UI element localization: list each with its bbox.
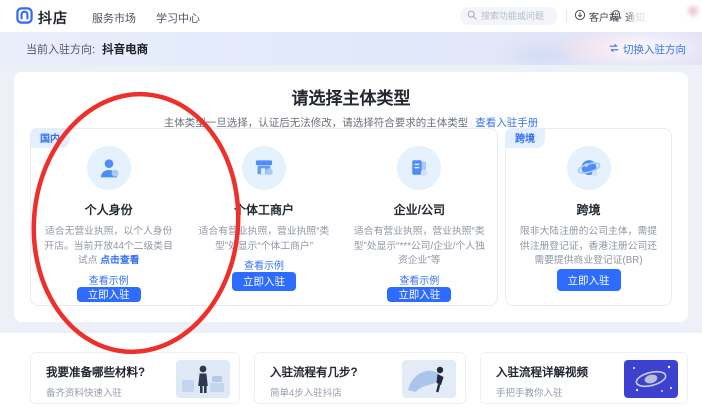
bell-icon: [610, 9, 622, 24]
group-crossborder: 跨境 跨境 限非大陆注册的公司主体，需提供注册登记证，香港注册公司还需要提供商业…: [505, 128, 672, 306]
nav-learning-center[interactable]: 学习中心: [156, 10, 200, 26]
search-input[interactable]: [481, 11, 553, 21]
current-direction: 当前入驻方向: 抖音电商: [26, 41, 148, 57]
help-subtitle: 简单4步入驻抖店: [270, 385, 358, 399]
materials-illustration: [176, 360, 230, 398]
video-illustration: [624, 360, 678, 398]
entity-card-title: 跨境: [576, 201, 600, 218]
click-to-view-link[interactable]: 点击查看: [100, 255, 139, 266]
switch-label: 切换入驻方向: [623, 42, 686, 57]
brand-name: 抖店: [38, 8, 68, 28]
entity-card-company: 企业/公司 适合有营业执照，营业执照“类型”处显示“***公司/企业/个人独资企…: [342, 129, 497, 305]
douyin-shop-logo-icon: [16, 7, 33, 29]
page-title: 请选择主体类型: [14, 72, 688, 109]
group-domestic: 国内 个人身份 适合无营业执照，以个人身份开店。当前开放44个二级类目试点 点击…: [30, 128, 498, 306]
entity-card-title: 企业/公司: [394, 201, 445, 218]
join-now-button-company[interactable]: 立即入驻: [387, 287, 451, 302]
douyin-shop-onboarding-page: 抖店 服务市场 学习中心 客户端 通知: [0, 0, 702, 420]
join-now-button-crossborder[interactable]: 立即入驻: [557, 269, 621, 291]
globe-icon: [567, 146, 611, 190]
switch-arrows-icon: [609, 43, 619, 56]
top-navbar: 抖店 服务市场 学习中心 客户端 通知: [0, 0, 702, 32]
primary-nav: 服务市场 学习中心: [92, 10, 200, 26]
join-now-button-personal[interactable]: 立即入驻: [77, 287, 141, 302]
view-example-link[interactable]: 查看示例: [399, 272, 439, 287]
entity-card-title: 个体工商户: [234, 201, 294, 218]
help-card-steps[interactable]: 入驻流程有几步? 简单4步入驻抖店: [254, 352, 466, 404]
view-example-link[interactable]: 查看示例: [244, 257, 284, 272]
entity-card-title: 个人身份: [85, 201, 133, 218]
entity-card-desc: 适合有营业执照，营业执照“类型”处显示“***公司/企业/个人独资企业”等: [350, 225, 489, 269]
store-icon: [242, 146, 286, 190]
join-now-button-individual[interactable]: 立即入驻: [232, 272, 296, 291]
entity-type-panel: 请选择主体类型 主体类型一旦选择，认证后无法修改，请选择符合要求的主体类型 查看…: [14, 72, 688, 322]
help-subtitle: 备齐资料快速入驻: [46, 385, 145, 399]
help-title: 我要准备哪些材料?: [46, 364, 145, 380]
entity-card-desc: 适合无营业执照，以个人身份开店。当前开放44个二级类目试点 点击查看: [39, 225, 178, 269]
help-title: 入驻流程有几步?: [270, 364, 358, 380]
switch-direction-link[interactable]: 切换入驻方向: [609, 42, 686, 57]
view-example-link[interactable]: 查看示例: [89, 272, 129, 287]
help-title: 入驻流程详解视频: [496, 364, 588, 380]
direction-value: 抖音电商: [102, 44, 148, 56]
group-tag-domestic: 国内: [30, 128, 70, 148]
direction-prefix: 当前入驻方向:: [26, 44, 95, 56]
subheader-bar: 当前入驻方向: 抖音电商 切换入驻方向: [0, 32, 702, 65]
entity-card-crossborder: 跨境 限非大陆注册的公司主体，需提供注册登记证，香港注册公司还需要提供商业登记证…: [506, 129, 671, 305]
entity-card-personal: 个人身份 适合无营业执照，以个人身份开店。当前开放44个二级类目试点 点击查看 …: [31, 129, 186, 305]
brand[interactable]: 抖店: [16, 7, 68, 29]
avatar: [688, 6, 698, 16]
nav-divider: [566, 10, 567, 22]
entity-card-individual-business: 个体工商户 适合有营业执照，营业执照“类型”处显示“个体工商户” 查看示例 立即…: [186, 129, 341, 305]
company-icon: [397, 146, 441, 190]
help-card-materials[interactable]: 我要准备哪些材料? 备齐资料快速入驻: [30, 352, 240, 404]
search-box[interactable]: [460, 7, 558, 25]
help-card-video[interactable]: 入驻流程详解视频 手把手教你入驻: [480, 352, 688, 404]
entity-card-desc: 适合有营业执照，营业执照“类型”处显示“个体工商户”: [194, 225, 333, 254]
nav-service-market[interactable]: 服务市场: [92, 10, 136, 26]
search-icon: [467, 7, 477, 25]
client-download-icon: [574, 9, 586, 24]
help-panel: 我要准备哪些材料? 备齐资料快速入驻 入驻流程有几步? 简单4步入驻抖店 入驻流…: [0, 333, 702, 420]
entity-card-desc: 限非大陆注册的公司主体，需提供注册登记证，香港注册公司还需要提供商业登记证(BR…: [514, 225, 663, 269]
group-tag-crossborder: 跨境: [505, 128, 545, 148]
person-icon: [87, 146, 131, 190]
steps-illustration: [402, 360, 456, 398]
help-subtitle: 手把手教你入驻: [496, 385, 588, 399]
